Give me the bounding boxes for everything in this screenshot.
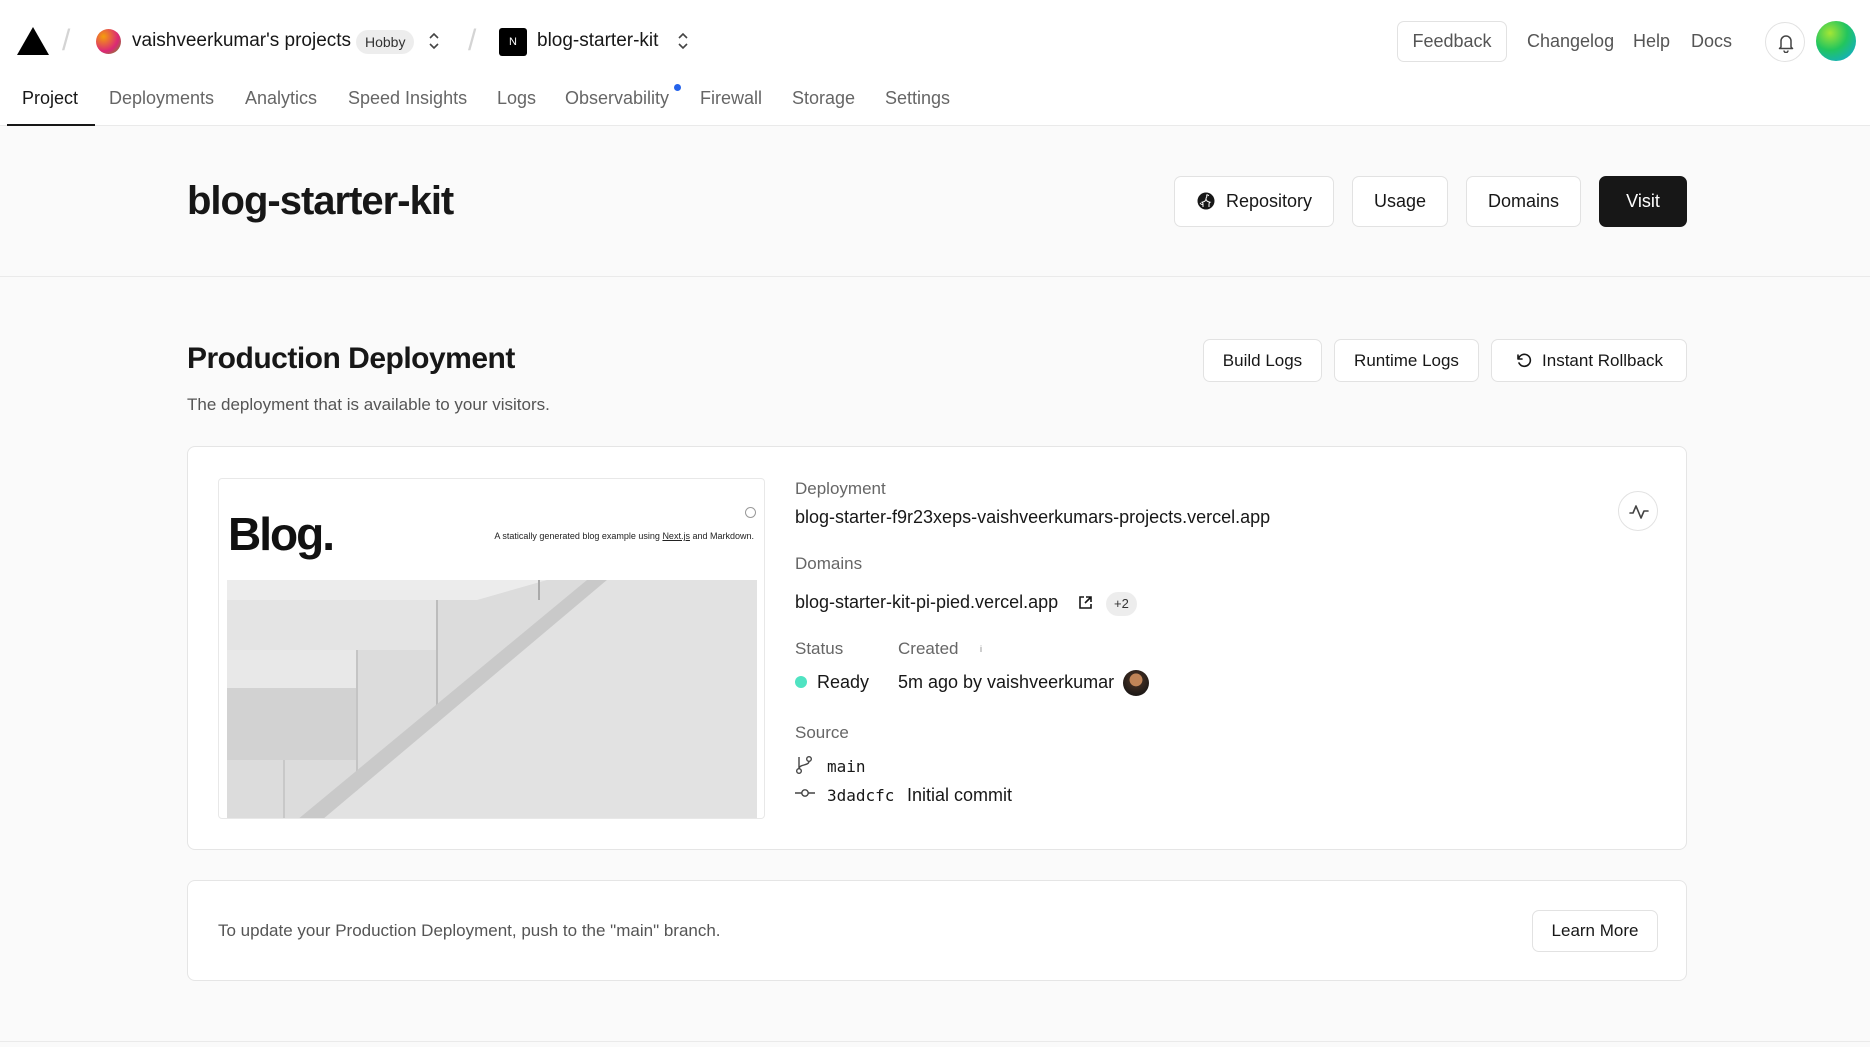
page-title: blog-starter-kit	[187, 179, 454, 223]
plan-badge: Hobby	[356, 30, 415, 54]
deployment-label: Deployment	[795, 479, 886, 498]
preview-theme-icon	[745, 507, 756, 518]
external-link-icon[interactable]	[1078, 595, 1093, 610]
git-branch-icon	[796, 756, 812, 774]
tab-firewall[interactable]: Firewall	[700, 88, 762, 109]
active-tab-indicator	[7, 124, 95, 126]
instant-rollback-button[interactable]: Instant Rollback	[1491, 339, 1687, 382]
rollback-icon	[1517, 353, 1532, 368]
activity-button[interactable]	[1618, 491, 1658, 531]
preview-cover-image	[227, 580, 757, 818]
branch-name[interactable]: main	[827, 757, 866, 776]
vercel-logo-icon[interactable]	[17, 27, 49, 55]
author-avatar[interactable]	[1123, 670, 1149, 696]
project-tabs: Project Deployments Analytics Speed Insi…	[0, 82, 1870, 126]
new-indicator-dot	[674, 84, 681, 91]
changelog-link[interactable]: Changelog	[1527, 31, 1614, 52]
section-title: Production Deployment	[187, 342, 515, 375]
repository-button-label: Repository	[1225, 191, 1313, 211]
deployment-url[interactable]: blog-starter-f9r23xeps-vaishveerkumars-p…	[795, 507, 1270, 528]
tab-logs[interactable]: Logs	[497, 88, 536, 109]
user-avatar[interactable]	[1816, 21, 1856, 61]
docs-link[interactable]: Docs	[1691, 31, 1732, 52]
status-value: Ready	[817, 672, 870, 692]
repository-button[interactable]: Repository	[1174, 176, 1334, 227]
created-value: 5m ago by vaishveerkumar	[898, 672, 1115, 692]
project-switcher-chevron-icon[interactable]	[676, 30, 690, 52]
tab-deployments[interactable]: Deployments	[109, 88, 214, 109]
production-deployment-card: Blog. A statically generated blog exampl…	[187, 446, 1687, 850]
usage-button[interactable]: Usage	[1352, 176, 1448, 227]
activity-icon	[1629, 505, 1649, 519]
github-icon	[1197, 192, 1215, 210]
tab-speed-insights[interactable]: Speed Insights	[348, 88, 467, 109]
breadcrumb-separator: /	[468, 24, 477, 57]
help-link[interactable]: Help	[1633, 31, 1670, 52]
tab-storage[interactable]: Storage	[792, 88, 855, 109]
build-logs-button[interactable]: Build Logs	[1203, 339, 1322, 382]
domain-link[interactable]: blog-starter-kit-pi-pied.vercel.app	[795, 592, 1058, 613]
status-ready-dot	[795, 676, 807, 688]
footer-divider	[0, 1041, 1870, 1042]
status-label: Status	[795, 639, 844, 658]
git-commit-icon	[795, 789, 815, 797]
preview-heading: Blog.	[228, 508, 335, 560]
team-switcher-chevron-icon[interactable]	[427, 30, 441, 52]
instant-rollback-label: Instant Rollback	[1542, 351, 1663, 370]
team-name[interactable]: vaishveerkumar's projects	[132, 30, 351, 52]
more-domains-badge[interactable]: +2	[1106, 592, 1137, 616]
domains-button[interactable]: Domains	[1466, 176, 1581, 227]
update-note-text: To update your Production Deployment, pu…	[218, 921, 721, 940]
info-icon[interactable]: i	[975, 643, 987, 655]
learn-more-button[interactable]: Learn More	[1532, 910, 1658, 952]
tab-analytics[interactable]: Analytics	[245, 88, 317, 109]
section-subtitle: The deployment that is available to your…	[187, 395, 550, 414]
tab-project[interactable]: Project	[22, 88, 78, 109]
breadcrumb-separator: /	[62, 24, 71, 57]
deployment-preview[interactable]: Blog. A statically generated blog exampl…	[218, 478, 765, 819]
project-icon: N	[499, 28, 527, 56]
preview-tagline: A statically generated blog example usin…	[494, 531, 754, 541]
update-note-card: To update your Production Deployment, pu…	[187, 880, 1687, 981]
commit-hash[interactable]: 3dadcfc	[827, 786, 894, 805]
domains-label: Domains	[795, 554, 863, 573]
tab-observability[interactable]: Observability	[565, 88, 669, 109]
source-label: Source	[795, 723, 849, 742]
header-top-row: / vaishveerkumar's projects Hobby / N bl…	[0, 0, 1870, 82]
created-label: Created	[898, 639, 959, 658]
project-title-band: blog-starter-kit Repository Usage Domain…	[0, 127, 1870, 277]
tab-settings[interactable]: Settings	[885, 88, 950, 109]
project-name[interactable]: blog-starter-kit	[537, 30, 658, 52]
commit-message: Initial commit	[907, 785, 1013, 805]
top-header: / vaishveerkumar's projects Hobby / N bl…	[0, 0, 1870, 126]
visit-button[interactable]: Visit	[1599, 176, 1687, 227]
feedback-button[interactable]: Feedback	[1397, 21, 1507, 62]
notifications-button[interactable]	[1765, 22, 1805, 62]
team-avatar[interactable]	[96, 29, 121, 54]
runtime-logs-button[interactable]: Runtime Logs	[1334, 339, 1479, 382]
bell-icon	[1778, 35, 1794, 53]
